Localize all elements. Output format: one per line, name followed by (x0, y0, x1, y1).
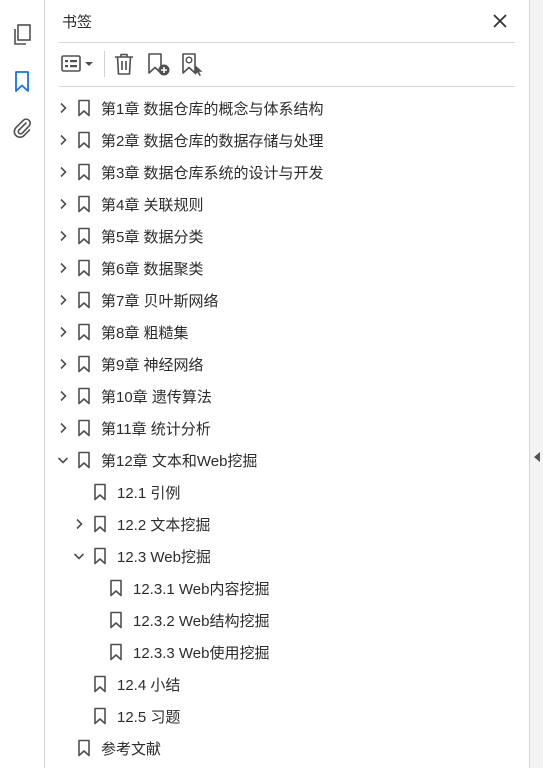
bookmark-label: 第4章 关联规则 (101, 197, 204, 214)
bookmark-label: 第5章 数据分类 (101, 229, 204, 246)
pages-icon[interactable] (8, 21, 36, 49)
bookmark-icon (93, 483, 109, 501)
bookmark-row[interactable]: 第5章 数据分类 (45, 220, 529, 252)
bookmark-label: 12.2 文本挖掘 (117, 517, 211, 534)
bookmark-icon[interactable] (8, 68, 36, 96)
chevron-right-icon[interactable] (71, 516, 87, 532)
chevron-right-icon[interactable] (55, 132, 71, 148)
bookmark-icon (109, 579, 125, 597)
chevron-right-icon[interactable] (55, 228, 71, 244)
bookmark-icon (77, 131, 93, 149)
bookmark-label: 第9章 神经网络 (101, 357, 204, 374)
bookmark-label: 12.4 小结 (117, 677, 181, 694)
close-icon (493, 14, 507, 28)
bookmark-icon (77, 355, 93, 373)
panel-title: 书签 (62, 14, 93, 31)
bookmark-row[interactable]: 第12章 文本和Web挖掘 (45, 444, 529, 476)
bookmark-row[interactable]: 第7章 贝叶斯网络 (45, 284, 529, 316)
bookmark-row[interactable]: 12.4 小结 (45, 668, 529, 700)
chevron-down-icon[interactable] (55, 452, 71, 468)
bookmark-row[interactable]: 第1章 数据仓库的概念与体系结构 (45, 92, 529, 124)
bookmark-row[interactable]: 第3章 数据仓库系统的设计与开发 (45, 156, 529, 188)
panel-header: 书签 (45, 0, 529, 42)
navigation-rail (0, 0, 45, 768)
bookmark-icon (77, 227, 93, 245)
bookmark-row[interactable]: 第8章 粗糙集 (45, 316, 529, 348)
toolbar-separator (104, 51, 105, 77)
new-bookmark-from-structure-icon (182, 53, 203, 76)
bookmark-row[interactable]: 12.3.2 Web结构挖掘 (45, 604, 529, 636)
bookmark-row[interactable]: 12.3 Web挖掘 (45, 540, 529, 572)
bookmark-label: 第1章 数据仓库的概念与体系结构 (101, 101, 324, 118)
bookmark-icon (77, 323, 93, 341)
bookmarks-panel: 书签 第1章 数据仓库的概念与体系结构 第2章 数据仓库的数据存储与处理 第3章… (45, 0, 529, 768)
bookmark-row[interactable]: 第6章 数据聚类 (45, 252, 529, 284)
bookmark-label: 第10章 遗传算法 (101, 389, 212, 406)
bookmark-label: 第3章 数据仓库系统的设计与开发 (101, 165, 324, 182)
bookmark-icon (77, 195, 93, 213)
bookmark-label: 12.3.1 Web内容挖掘 (133, 581, 270, 598)
bookmark-label: 第7章 贝叶斯网络 (101, 293, 219, 310)
bookmark-icon (77, 387, 93, 405)
bookmark-row[interactable]: 12.3.3 Web使用挖掘 (45, 636, 529, 668)
new-bookmark-button[interactable] (144, 51, 172, 77)
toolbar-divider (59, 86, 515, 87)
bookmark-icon (77, 739, 93, 757)
chevron-right-icon[interactable] (55, 196, 71, 212)
bookmark-row[interactable]: 第9章 神经网络 (45, 348, 529, 380)
chevron-right-icon[interactable] (55, 420, 71, 436)
chevron-down-icon[interactable] (71, 548, 87, 564)
bookmark-label: 12.3.3 Web使用挖掘 (133, 645, 270, 662)
chevron-right-icon[interactable] (55, 164, 71, 180)
new-bookmark-from-structure-button[interactable] (178, 51, 206, 77)
bookmark-label: 第8章 粗糙集 (101, 325, 189, 342)
options-menu-button[interactable] (59, 51, 97, 77)
bookmark-row[interactable]: 12.1 引例 (45, 476, 529, 508)
close-panel-button[interactable] (489, 10, 511, 32)
delete-icon (115, 53, 133, 75)
bookmark-row[interactable]: 第4章 关联规则 (45, 188, 529, 220)
collapse-arrow-icon[interactable] (534, 452, 540, 462)
bookmark-label: 第6章 数据聚类 (101, 261, 204, 278)
chevron-right-icon[interactable] (55, 260, 71, 276)
bookmark-label: 12.3 Web挖掘 (117, 549, 211, 566)
chevron-right-icon[interactable] (55, 356, 71, 372)
bookmark-icon (93, 707, 109, 725)
bookmark-icon (93, 515, 109, 533)
bookmark-icon (77, 99, 93, 117)
bookmark-icon (77, 163, 93, 181)
options-menu-icon (61, 55, 93, 72)
bookmark-icon (109, 611, 125, 629)
bookmark-icon (93, 547, 109, 565)
new-bookmark-icon (148, 53, 170, 76)
bookmark-row[interactable]: 12.3.1 Web内容挖掘 (45, 572, 529, 604)
chevron-right-icon[interactable] (55, 292, 71, 308)
bookmark-row[interactable]: 第11章 统计分析 (45, 412, 529, 444)
bookmark-label: 第12章 文本和Web挖掘 (101, 453, 258, 470)
bookmark-label: 第11章 统计分析 (101, 421, 211, 438)
chevron-right-icon[interactable] (55, 100, 71, 116)
bookmark-icon (77, 419, 93, 437)
chevron-right-icon[interactable] (55, 388, 71, 404)
chevron-right-icon[interactable] (55, 324, 71, 340)
bookmark-label: 12.1 引例 (117, 485, 181, 502)
bookmark-label: 12.5 习题 (117, 709, 181, 726)
bookmark-row[interactable]: 12.2 文本挖掘 (45, 508, 529, 540)
delete-bookmark-button[interactable] (111, 51, 137, 77)
bookmark-icon (77, 451, 93, 469)
bookmark-label: 12.3.2 Web结构挖掘 (133, 613, 270, 630)
bookmark-icon (93, 675, 109, 693)
bookmark-label: 参考文献 (101, 741, 162, 758)
bookmark-row[interactable]: 参考文献 (45, 732, 529, 764)
bookmark-icon (77, 291, 93, 309)
bookmark-icon (77, 259, 93, 277)
bookmark-row[interactable]: 12.5 习题 (45, 700, 529, 732)
bookmark-icon (109, 643, 125, 661)
panel-collapse-strip[interactable] (529, 0, 543, 768)
bookmark-label: 第2章 数据仓库的数据存储与处理 (101, 133, 324, 150)
bookmark-toolbar (45, 43, 529, 85)
bookmark-row[interactable]: 第2章 数据仓库的数据存储与处理 (45, 124, 529, 156)
bookmark-row[interactable]: 第10章 遗传算法 (45, 380, 529, 412)
attachment-icon[interactable] (8, 114, 36, 142)
